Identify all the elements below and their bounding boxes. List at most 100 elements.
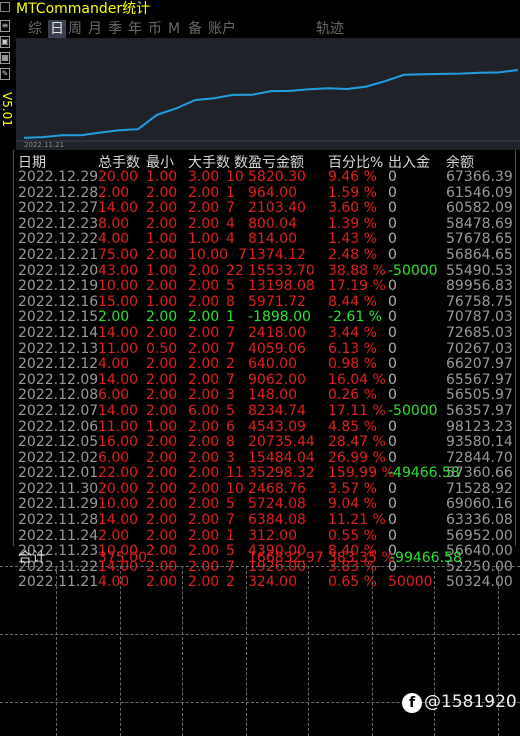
cell-date: 2022.12.01 — [18, 465, 99, 482]
cell-pnl: 312.00 — [248, 527, 297, 544]
table-row[interactable]: 2022.12.07 14.00 2.00 6.00 5 8234.74 17.11 % -5… — [18, 402, 518, 420]
cell-balance: 55490.53 — [446, 262, 513, 279]
cell-pnl: 2418.00 — [248, 324, 306, 341]
cell-max-lots: 2.00 — [188, 371, 220, 388]
table-row[interactable]: 2022.12.29 20.00 1.00 3.00 10 5820.30 9.46 % 0 6… — [18, 169, 518, 186]
cell-min-lots: 2.00 — [146, 309, 178, 326]
tab-overview[interactable]: 综 — [28, 20, 48, 38]
tab-account[interactable]: 账户 — [208, 20, 248, 38]
cell-min-lots: 2.00 — [146, 512, 178, 529]
table-row[interactable]: 2022.12.16 15.00 1.00 2.00 8 5971.72 8.44 % 0 76… — [18, 293, 518, 311]
cell-max-lots: 2.00 — [188, 512, 220, 529]
table-row[interactable]: 2022.12.21 75.00 2.00 10.00 7 1374.12 2.48 % 0 5… — [18, 247, 518, 264]
table-row[interactable]: 2022.12.28 2.00 2.00 2.00 1 964.00 1.59 % 0 6154… — [18, 184, 518, 202]
cell-percent: 1.59 % — [328, 184, 377, 201]
cell-percent: 1.43 % — [328, 231, 377, 248]
table-row[interactable]: 2022.11.30 20.00 2.00 2.00 10 2468.76 3.57 % 0 7… — [18, 480, 518, 498]
tab-week[interactable]: 周 — [68, 20, 88, 38]
grid-icon[interactable]: ▦ — [0, 52, 10, 64]
tab-day[interactable]: 日 — [48, 20, 66, 38]
cell-flow: 0 — [388, 293, 397, 310]
cell-count: 8 — [226, 434, 235, 451]
table-row[interactable]: 2022.12.22 4.00 1.00 1.00 4 814.00 1.43 % 0 5767… — [18, 232, 518, 248]
cell-total-lots: 43.00 — [98, 262, 139, 279]
cell-count: 3 — [226, 449, 235, 466]
cell-date: 2022.12.08 — [18, 387, 99, 404]
cell-balance: 56357.97 — [446, 402, 513, 419]
cell-pnl: 640.00 — [248, 356, 297, 373]
cell-count: 11 — [226, 465, 244, 482]
cell-min-lots: 2.00 — [146, 184, 178, 201]
cell-count: 1 — [226, 527, 235, 544]
cell-pnl: 15533.70 — [248, 262, 315, 279]
cell-date: 2022.11.21 — [18, 574, 99, 591]
cell-percent: 6.13 % — [328, 340, 377, 357]
cell-percent: 38.88 % — [328, 262, 386, 279]
cell-count: 4 — [226, 215, 235, 232]
table-row[interactable]: 2022.12.14 14.00 2.00 2.00 7 2418.00 3.44 % 0 72… — [18, 324, 518, 342]
table-row[interactable]: 2022.12.05 16.00 2.00 2.00 8 20735.44 28.47 % 0… — [18, 434, 518, 451]
cell-percent: 26.99 % — [328, 449, 386, 466]
tab-year[interactable]: 年 — [128, 20, 148, 38]
tab-note[interactable]: 备 — [188, 20, 208, 38]
table-row[interactable]: 2022.11.28 14.00 2.00 2.00 7 6384.08 11.21 % 0 6… — [18, 512, 518, 529]
cell-flow: 0 — [388, 512, 397, 529]
cell-flow: 0 — [388, 434, 397, 451]
window-title: MTCommander统计 — [16, 1, 151, 17]
list-icon[interactable]: ≡ — [0, 20, 10, 32]
table-row[interactable]: 2022.12.01 22.00 2.00 2.00 11 35298.32 159.99 … — [18, 466, 518, 482]
cell-count: 2 — [226, 574, 235, 591]
table-row[interactable]: 2022.12.15 2.00 2.00 2.00 1 -1898.00 -2.61 % 0 7… — [18, 310, 518, 326]
cell-min-lots: 1.00 — [146, 293, 178, 310]
cell-percent: 17.19 % — [328, 278, 386, 295]
image-icon[interactable]: ▣ — [0, 36, 10, 48]
cell-pnl: -1898.00 — [248, 309, 311, 326]
cell-pnl: 324.00 — [248, 574, 297, 591]
table-row[interactable]: 2022.12.23 8.00 2.00 2.00 4 800.04 1.39 % 0 5847… — [18, 215, 518, 233]
cell-balance: 69060.16 — [446, 496, 513, 513]
table-row[interactable]: 2022.12.27 14.00 2.00 2.00 7 2103.40 3.60 % 0 60… — [18, 201, 518, 217]
left-toolbar: ≡ ▣ ▦ ✎ V5.01 — [0, 20, 14, 550]
edit-icon[interactable]: ✎ — [0, 68, 10, 80]
window-menu-button[interactable] — [0, 2, 10, 12]
table-row[interactable]: 2022.12.20 43.00 1.00 2.00 22 15533.70 38.88 %… — [18, 262, 518, 280]
table-row[interactable]: 2022.12.19 10.00 2.00 2.00 5 13198.08 17.19 % 0… — [18, 279, 518, 295]
table-left-border — [13, 150, 14, 546]
cell-max-lots: 2.00 — [188, 356, 220, 373]
table-row[interactable]: 2022.12.12 4.00 2.00 2.00 2 640.00 0.98 % 0 6620… — [18, 357, 518, 373]
table-row[interactable]: 2022.12.09 14.00 2.00 2.00 7 9062.00 16.04 % 0 6… — [18, 371, 518, 389]
tab-quarter[interactable]: 季 — [108, 20, 128, 38]
table-row[interactable]: 2022.12.02 6.00 2.00 2.00 3 15484.04 26.99 % 0 7… — [18, 449, 518, 467]
cell-percent: 3.57 % — [328, 480, 377, 497]
cell-total-lots: 20.00 — [98, 480, 139, 497]
table-row[interactable]: 2022.12.13 11.00 0.50 2.00 7 4059.06 6.13 % 0 70… — [18, 340, 518, 358]
cell-min-lots: 2.00 — [146, 278, 178, 295]
cell-percent: 0.98 % — [328, 356, 377, 373]
cell-count: 7 — [226, 340, 235, 357]
table-row[interactable]: 2022.11.24 2.00 2.00 2.00 1 312.00 0.55 % 0 5695… — [18, 527, 518, 545]
cell-date: 2022.12.13 — [18, 340, 99, 357]
tab-month[interactable]: 月 — [88, 20, 108, 38]
cell-percent: 1.39 % — [328, 215, 377, 232]
cell-date: 2022.12.05 — [18, 434, 99, 451]
cell-date: 2022.11.28 — [18, 512, 99, 529]
cell-flow: 0 — [388, 371, 397, 388]
cell-min-lots: 2.00 — [146, 200, 178, 217]
table-row[interactable]: 2022.11.21 4.00 2.00 2.00 2 324.00 0.65 % 50000… — [18, 575, 518, 591]
cell-percent: 9.04 % — [328, 496, 377, 513]
tab-trajectory[interactable]: 轨迹 — [316, 20, 344, 38]
grid-line — [308, 566, 309, 736]
cell-pnl: 15484.04 — [248, 449, 315, 466]
cell-date: 2022.12.09 — [18, 371, 99, 388]
table-row[interactable]: 2022.12.06 11.00 1.00 2.00 6 4543.09 4.85 % 0 98… — [18, 419, 518, 436]
cell-balance: 67366.39 — [446, 169, 513, 185]
cell-date: 2022.12.23 — [18, 215, 99, 232]
table-row[interactable]: 2022.11.29 10.00 2.00 2.00 5 5724.08 9.04 % 0 69… — [18, 497, 518, 513]
cell-total-lots: 10.00 — [98, 496, 139, 513]
cell-max-lots: 2.00 — [188, 262, 220, 279]
table-row[interactable]: 2022.12.08 6.00 2.00 2.00 3 148.00 0.26 % 0 5650… — [18, 388, 518, 404]
tab-currency[interactable]: 币 — [148, 20, 168, 38]
cell-flow: -50000 — [388, 402, 438, 419]
tab-m[interactable]: M — [168, 20, 188, 38]
cell-max-lots: 2.00 — [188, 480, 220, 497]
